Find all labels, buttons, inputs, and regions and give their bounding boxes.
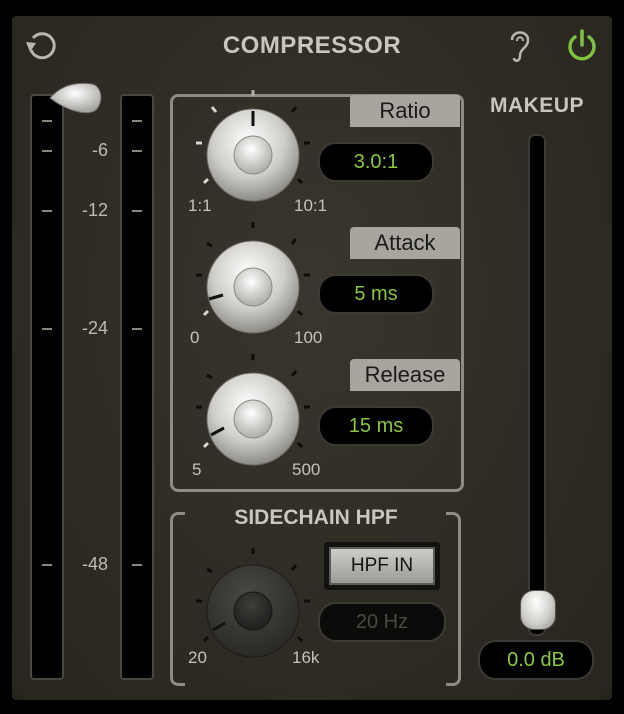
makeup-fader-track[interactable] bbox=[528, 134, 546, 636]
makeup-fader-handle[interactable] bbox=[520, 590, 556, 630]
ratio-knob[interactable] bbox=[196, 90, 310, 202]
ratio-min-label: 1:1 bbox=[188, 196, 212, 215]
release-knob[interactable] bbox=[196, 354, 310, 466]
compressor-panel: COMPRESSOR -6 -12 -24 -48 Ratio Attack R… bbox=[12, 16, 612, 700]
release-max-label: 500 bbox=[292, 460, 321, 479]
sidechain-max-label: 16k bbox=[292, 648, 320, 667]
hpf-in-button[interactable]: HPF IN bbox=[324, 542, 440, 590]
attack-min-label: 0 bbox=[190, 328, 200, 347]
ratio-max-label: 10:1 bbox=[294, 196, 328, 215]
release-min-label: 5 bbox=[192, 460, 202, 479]
attack-knob[interactable] bbox=[196, 222, 310, 334]
makeup-title: MAKEUP bbox=[489, 94, 584, 117]
sidechain-bracket-left bbox=[170, 512, 185, 686]
sidechain-hpf-value[interactable]: 20 Hz bbox=[318, 602, 446, 642]
hpf-in-button-label: HPF IN bbox=[329, 547, 435, 585]
sidechain-title: SIDECHAIN HPF bbox=[234, 506, 398, 529]
sidechain-min-label: 20 bbox=[188, 648, 207, 667]
makeup-value[interactable]: 0.0 dB bbox=[478, 640, 594, 680]
sidechain-hpf-knob[interactable] bbox=[196, 548, 310, 658]
sidechain-bracket-right bbox=[446, 512, 461, 686]
attack-max-label: 100 bbox=[294, 328, 323, 347]
